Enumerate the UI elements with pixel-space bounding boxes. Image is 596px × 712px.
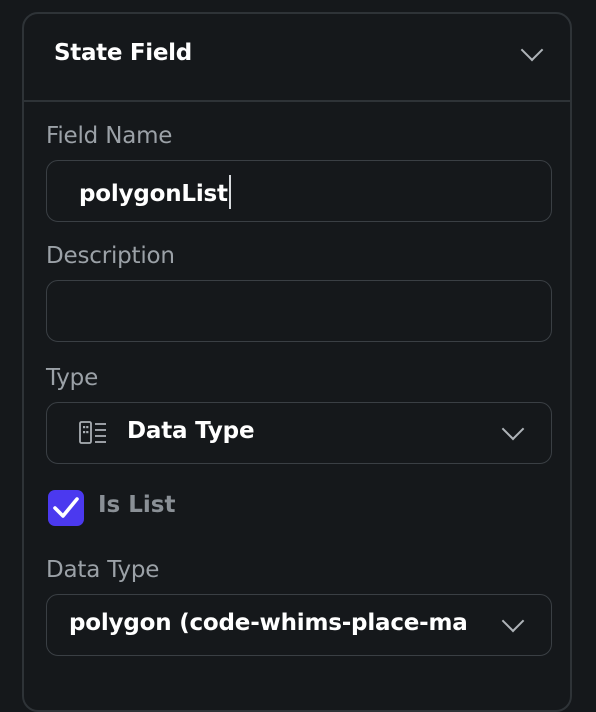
- chevron-down-icon[interactable]: [501, 609, 525, 633]
- data-type-select[interactable]: polygon (code-whims-place-ma: [46, 594, 552, 656]
- chevron-down-icon[interactable]: [520, 38, 544, 62]
- chevron-down-icon[interactable]: [501, 417, 525, 441]
- field-name-input[interactable]: polygonList: [46, 160, 552, 222]
- field-name-value: polygonList: [79, 181, 228, 207]
- data-type-label: Data Type: [46, 557, 160, 583]
- panel-header[interactable]: State Field: [24, 14, 570, 102]
- field-name-label: Field Name: [46, 123, 173, 149]
- is-list-label: Is List: [98, 492, 176, 518]
- type-label: Type: [46, 365, 99, 391]
- check-icon: [53, 497, 79, 518]
- state-field-panel: State Field Field Name polygonList Descr…: [22, 12, 572, 712]
- type-value: Data Type: [127, 418, 255, 444]
- panel-title: State Field: [54, 40, 192, 66]
- text-caret: [228, 175, 231, 209]
- description-input[interactable]: [46, 280, 552, 342]
- description-label: Description: [46, 243, 175, 269]
- data-type-value: polygon (code-whims-place-ma: [69, 610, 468, 636]
- type-select[interactable]: Data Type: [46, 402, 552, 464]
- data-type-icon: [79, 421, 107, 449]
- is-list-checkbox[interactable]: [48, 490, 84, 526]
